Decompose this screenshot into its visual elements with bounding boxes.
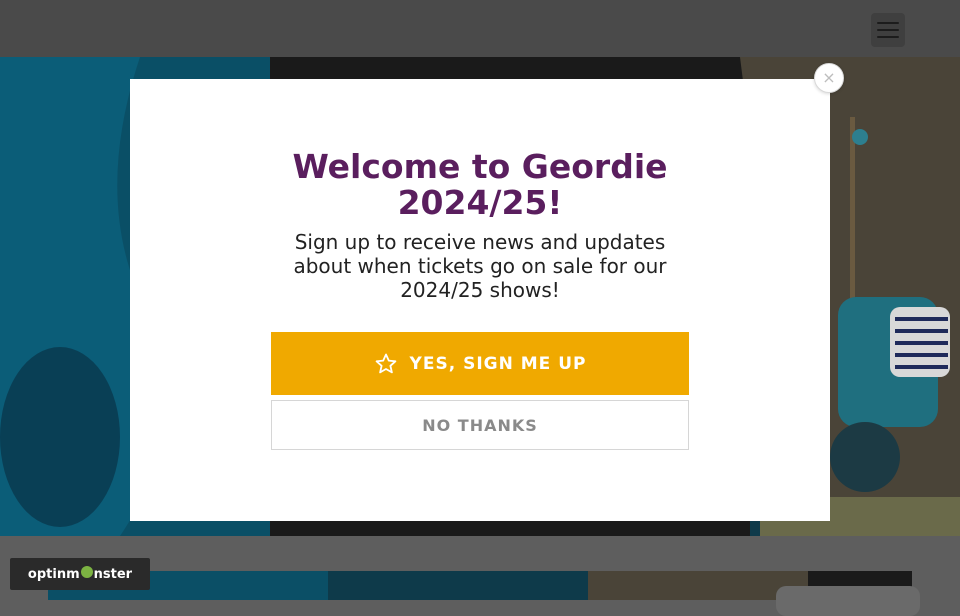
close-button[interactable]: × (814, 63, 844, 93)
sign-me-up-button[interactable]: YES, SIGN ME UP (271, 332, 689, 395)
popup-subtitle: Sign up to receive news and updates abou… (293, 230, 667, 302)
star-outline-icon (375, 353, 396, 373)
signup-popup: × Welcome to Geordie 2024/25! Sign up to… (130, 63, 844, 521)
optinmonster-logo: optinm nster (27, 566, 133, 582)
sign-me-up-label: YES, SIGN ME UP (409, 353, 587, 374)
popup-title: Welcome to Geordie 2024/25! (292, 147, 668, 222)
no-thanks-button[interactable]: NO THANKS (271, 400, 689, 450)
close-icon: × (822, 68, 836, 87)
optinmonster-badge[interactable]: optinm nster (10, 558, 150, 590)
